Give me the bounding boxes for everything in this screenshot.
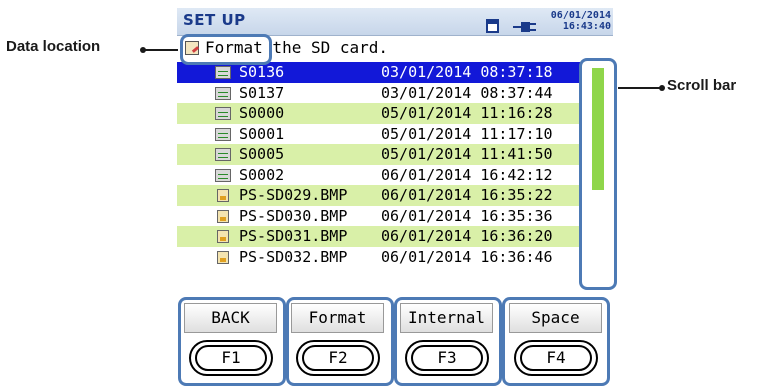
- screen-title: SET UP: [183, 11, 246, 29]
- datetime: 06/01/2014 16:43:40: [547, 10, 611, 32]
- file-name: S0002: [239, 165, 285, 184]
- file-name: PS-SD031.BMP: [239, 227, 348, 245]
- soft-key-space-highlight: [502, 297, 610, 386]
- file-row[interactable]: PS-SD032.BMP 06/01/2014 16:36:46: [177, 247, 580, 268]
- file-row[interactable]: S0001 05/01/2014 11:17:10: [177, 124, 580, 145]
- soft-key-format-highlight: [286, 297, 394, 386]
- power-plug-icon: [513, 22, 536, 32]
- scroll-bar-label: Scroll bar: [667, 77, 737, 94]
- sd-card-icon: [486, 19, 499, 33]
- waveform-file-icon: [215, 66, 231, 79]
- data-location-label: Data location: [6, 38, 101, 55]
- file-name: S0005: [239, 145, 285, 163]
- file-row[interactable]: PS-SD031.BMP 06/01/2014 16:36:20: [177, 226, 580, 247]
- file-name: S0137: [239, 83, 285, 102]
- file-row[interactable]: S0136 03/01/2014 08:37:18: [177, 62, 580, 83]
- waveform-file-icon: [215, 168, 231, 182]
- file-date: 05/01/2014 11:16:28: [381, 104, 553, 122]
- image-file-icon: [217, 230, 229, 243]
- data-location-leader-dot: [140, 47, 146, 53]
- file-name: PS-SD029.BMP: [239, 186, 348, 204]
- soft-key-internal-highlight: [394, 297, 502, 386]
- file-name: S0001: [239, 124, 285, 143]
- file-name: PS-SD030.BMP: [239, 206, 348, 225]
- file-date: 06/01/2014 16:36:46: [381, 247, 553, 266]
- file-date: 06/01/2014 16:36:20: [381, 227, 553, 245]
- file-date: 03/01/2014 08:37:44: [381, 83, 553, 102]
- waveform-file-icon: [215, 148, 231, 161]
- file-name: S0000: [239, 104, 285, 122]
- file-list[interactable]: S0136 03/01/2014 08:37:18 S0137 03/01/2014 …: [177, 62, 580, 296]
- soft-key-back-highlight: [178, 297, 286, 386]
- file-date: 06/01/2014 16:42:12: [381, 165, 553, 184]
- date-readout: 06/01/2014: [550, 10, 611, 21]
- scroll-bar-highlight: [579, 58, 617, 290]
- time-readout: 16:43:40: [562, 21, 611, 32]
- data-location-leader-line: [142, 49, 178, 51]
- file-row[interactable]: S0000 05/01/2014 11:16:28: [177, 103, 580, 124]
- file-name: S0136: [239, 63, 285, 81]
- waveform-file-icon: [215, 86, 231, 100]
- file-row[interactable]: S0002 06/01/2014 16:42:12: [177, 165, 580, 186]
- file-row[interactable]: S0005 05/01/2014 11:41:50: [177, 144, 580, 165]
- data-location-highlight: [180, 34, 272, 65]
- file-date: 05/01/2014 11:17:10: [381, 124, 553, 143]
- waveform-file-icon: [215, 107, 231, 120]
- scroll-bar-leader-dot: [659, 85, 665, 91]
- waveform-file-icon: [215, 127, 231, 141]
- scroll-bar-leader-line: [618, 87, 662, 89]
- file-name: PS-SD032.BMP: [239, 247, 348, 266]
- file-date: 05/01/2014 11:41:50: [381, 145, 553, 163]
- file-row[interactable]: PS-SD029.BMP 06/01/2014 16:35:22: [177, 185, 580, 206]
- file-date: 03/01/2014 08:37:18: [381, 63, 553, 81]
- image-file-icon: [217, 189, 229, 202]
- file-row[interactable]: S0137 03/01/2014 08:37:44: [177, 83, 580, 104]
- file-date: 06/01/2014 16:35:22: [381, 186, 553, 204]
- file-date: 06/01/2014 16:35:36: [381, 206, 553, 225]
- title-bar: SET UP 06/01/2014 16:43:40: [177, 8, 613, 36]
- image-file-icon: [217, 209, 229, 223]
- image-file-icon: [217, 250, 229, 264]
- file-row[interactable]: PS-SD030.BMP 06/01/2014 16:35:36: [177, 206, 580, 227]
